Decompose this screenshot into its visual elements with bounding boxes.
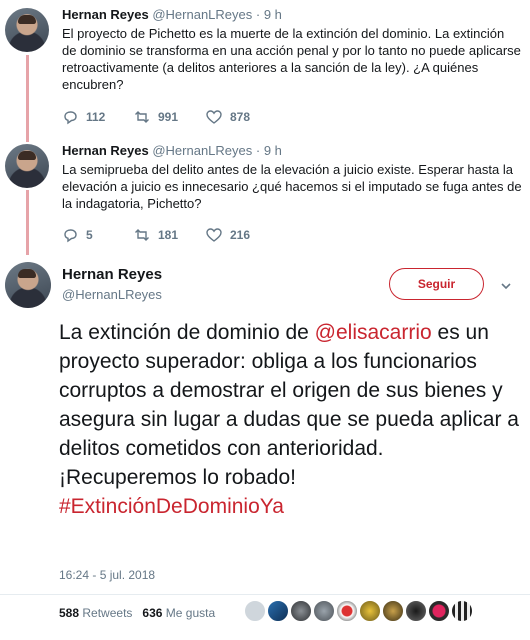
likes-count: 636 xyxy=(142,606,163,620)
tweet-stats: 588 Retweets 636 Me gusta xyxy=(59,606,215,620)
liker-avatar[interactable] xyxy=(290,600,312,622)
reply-count: 5 xyxy=(86,228,93,242)
retweet-button[interactable]: 991 xyxy=(134,109,206,125)
author-name[interactable]: Hernan Reyes xyxy=(62,143,149,158)
liker-avatar[interactable] xyxy=(405,600,427,622)
retweet-count: 181 xyxy=(158,228,179,242)
like-button[interactable]: 216 xyxy=(206,227,278,243)
liker-avatar[interactable] xyxy=(267,600,289,622)
liker-avatar[interactable] xyxy=(244,600,266,622)
tweet-text-start: La extinción de dominio de xyxy=(59,321,315,344)
retweet-button[interactable]: 181 xyxy=(134,227,206,243)
thread-line xyxy=(26,55,29,142)
main-tweet-text: La extinción de dominio de @elisacarrio … xyxy=(59,318,521,521)
hashtag-link[interactable]: #ExtinciónDeDominioYa xyxy=(59,495,284,518)
liker-avatar[interactable] xyxy=(313,600,335,622)
divider xyxy=(0,594,530,595)
tweet-text: El proyecto de Pichetto es la muerte de … xyxy=(62,26,521,92)
tweet-timestamp[interactable]: 16:24 - 5 jul. 2018 xyxy=(59,568,155,582)
reply-icon xyxy=(62,109,78,125)
tweet-actions: 112 991 878 xyxy=(62,109,278,125)
avatar[interactable] xyxy=(5,8,49,52)
retweets-count: 588 xyxy=(59,606,80,620)
retweet-icon xyxy=(134,109,150,125)
mention-link[interactable]: @elisacarrio xyxy=(315,321,432,344)
tweet-header: Hernan Reyes @HernanLReyes · 9 h xyxy=(62,143,282,158)
reply-button[interactable]: 112 xyxy=(62,109,134,125)
author-handle[interactable]: @HernanLReyes xyxy=(152,7,252,22)
heart-icon xyxy=(206,227,222,243)
follow-button[interactable]: Seguir xyxy=(389,268,484,300)
tweet-time[interactable]: · 9 h xyxy=(256,7,282,22)
reply-count: 112 xyxy=(86,110,106,124)
author-handle[interactable]: @HernanLReyes xyxy=(62,287,162,302)
retweets-label: Retweets xyxy=(82,606,133,620)
tweet-text-rest: es un proyecto superador: obliga a los f… xyxy=(59,321,519,489)
avatar[interactable] xyxy=(5,144,49,188)
like-count: 216 xyxy=(230,228,251,242)
author-handle[interactable]: @HernanLReyes xyxy=(152,143,252,158)
liker-avatar[interactable] xyxy=(382,600,404,622)
retweets-stat[interactable]: 588 Retweets xyxy=(59,606,132,620)
reply-icon xyxy=(62,227,78,243)
tweet-header: Hernan Reyes @HernanLReyes · 9 h xyxy=(62,7,282,22)
likers-avatars xyxy=(244,600,473,622)
liker-avatar[interactable] xyxy=(336,600,358,622)
thread-line xyxy=(26,190,29,255)
chevron-down-icon[interactable] xyxy=(500,279,512,291)
likes-stat[interactable]: 636 Me gusta xyxy=(142,606,215,620)
author-name[interactable]: Hernan Reyes xyxy=(62,7,149,22)
retweet-icon xyxy=(134,227,150,243)
retweet-count: 991 xyxy=(158,110,179,124)
like-count: 878 xyxy=(230,110,251,124)
heart-icon xyxy=(206,109,222,125)
like-button[interactable]: 878 xyxy=(206,109,278,125)
tweet-time[interactable]: · 9 h xyxy=(256,143,282,158)
reply-button[interactable]: 5 xyxy=(62,227,134,243)
liker-avatar[interactable] xyxy=(359,600,381,622)
avatar[interactable] xyxy=(5,262,51,308)
tweet-text: La semiprueba del delito antes de la ele… xyxy=(62,162,522,211)
author-name[interactable]: Hernan Reyes xyxy=(62,266,162,283)
liker-avatar[interactable] xyxy=(428,600,450,622)
likes-label: Me gusta xyxy=(165,606,216,620)
tweet-actions: 5 181 216 xyxy=(62,227,278,243)
liker-avatar[interactable] xyxy=(451,600,473,622)
